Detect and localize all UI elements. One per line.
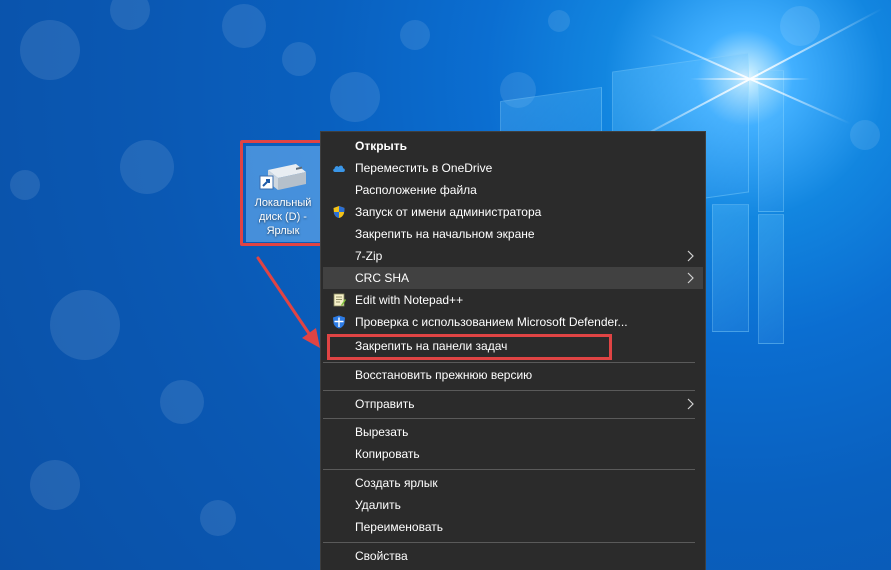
- menu-item-restore-previous-version[interactable]: Восстановить прежнюю версию: [323, 364, 703, 386]
- wallpaper-bokeh: [548, 10, 570, 32]
- menu-separator: [323, 542, 695, 543]
- menu-item-label: CRC SHA: [355, 271, 410, 285]
- menu-item-label: Проверка с использованием Microsoft Defe…: [355, 315, 628, 329]
- menu-separator: [323, 469, 695, 470]
- menu-item-crc-sha[interactable]: CRC SHA: [323, 267, 703, 289]
- menu-item-7zip[interactable]: 7-Zip: [323, 245, 703, 267]
- menu-item-label: Переместить в OneDrive: [355, 161, 493, 175]
- menu-item-copy[interactable]: Копировать: [323, 443, 703, 465]
- menu-item-pin-to-start[interactable]: Закрепить на начальном экране: [323, 223, 703, 245]
- menu-item-file-location[interactable]: Расположение файла: [323, 179, 703, 201]
- pin-taskbar-annotation-box: [327, 334, 612, 360]
- menu-item-label: Восстановить прежнюю версию: [355, 368, 533, 382]
- wallpaper-bokeh: [400, 20, 430, 50]
- windows-logo-pane: [712, 204, 749, 332]
- menu-item-label: Закрепить на начальном экране: [355, 227, 535, 241]
- annotation-arrow: [256, 256, 320, 348]
- wallpaper-bokeh: [20, 20, 80, 80]
- wallpaper-bokeh: [282, 42, 316, 76]
- menu-item-label: Переименовать: [355, 520, 443, 534]
- light-flare: [690, 78, 810, 80]
- menu-item-open[interactable]: Открыть: [323, 135, 703, 157]
- menu-separator: [323, 390, 695, 391]
- menu-item-label: Открыть: [355, 139, 408, 153]
- menu-item-run-as-admin[interactable]: Запуск от имени администратора: [323, 201, 703, 223]
- menu-item-delete[interactable]: Удалить: [323, 494, 703, 516]
- menu-item-label: Свойства: [355, 549, 408, 563]
- uac-shield-icon: [333, 206, 345, 218]
- windows-logo-pane: [758, 214, 784, 344]
- menu-item-label: Отправить: [355, 397, 415, 411]
- notepad-plus-plus-icon: [333, 293, 346, 307]
- wallpaper-bokeh: [160, 380, 204, 424]
- wallpaper-bokeh: [50, 290, 120, 360]
- menu-item-label: Edit with Notepad++: [355, 293, 464, 307]
- menu-item-rename[interactable]: Переименовать: [323, 516, 703, 538]
- chevron-right-icon: [687, 272, 694, 284]
- menu-item-send-to[interactable]: Отправить: [323, 393, 703, 415]
- menu-item-label: Копировать: [355, 447, 420, 461]
- menu-item-label: 7-Zip: [355, 249, 383, 263]
- menu-item-label: Запуск от имени администратора: [355, 205, 542, 219]
- onedrive-cloud-icon: [333, 165, 345, 172]
- menu-item-label: Расположение файла: [355, 183, 477, 197]
- menu-item-move-to-onedrive[interactable]: Переместить в OneDrive: [323, 157, 703, 179]
- wallpaper-bokeh: [200, 500, 236, 536]
- menu-item-defender-scan[interactable]: Проверка с использованием Microsoft Defe…: [323, 311, 703, 333]
- menu-item-properties[interactable]: Свойства: [323, 545, 703, 567]
- wallpaper-bokeh: [222, 4, 266, 48]
- menu-separator: [323, 418, 695, 419]
- menu-item-label: Удалить: [355, 498, 401, 512]
- menu-item-edit-notepadpp[interactable]: Edit with Notepad++: [323, 289, 703, 311]
- menu-item-label: Вырезать: [355, 425, 409, 439]
- wallpaper-bokeh: [330, 72, 380, 122]
- wallpaper-bokeh: [120, 140, 174, 194]
- defender-shield-icon: [333, 315, 345, 329]
- chevron-right-icon: [687, 250, 694, 262]
- icon-annotation-box: [240, 140, 326, 246]
- wallpaper-bokeh: [30, 460, 80, 510]
- wallpaper-bokeh: [110, 0, 150, 30]
- wallpaper-bokeh: [10, 170, 40, 200]
- chevron-right-icon: [687, 398, 694, 410]
- menu-separator: [323, 362, 695, 363]
- menu-item-cut[interactable]: Вырезать: [323, 421, 703, 443]
- menu-item-create-shortcut[interactable]: Создать ярлык: [323, 472, 703, 494]
- menu-item-label: Создать ярлык: [355, 476, 438, 490]
- wallpaper-bokeh: [850, 120, 880, 150]
- wallpaper-bokeh: [780, 6, 820, 46]
